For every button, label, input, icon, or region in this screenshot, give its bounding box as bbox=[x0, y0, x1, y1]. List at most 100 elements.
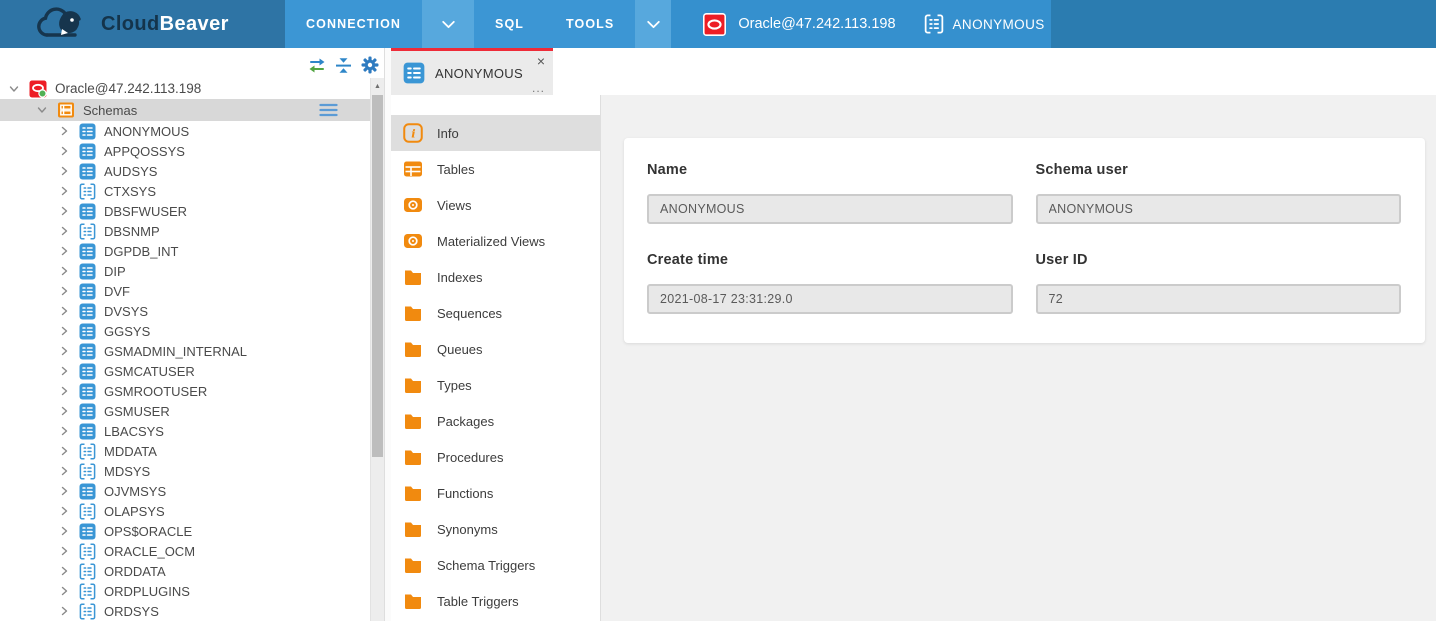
topbar-sql-button[interactable]: SQL bbox=[474, 0, 545, 48]
tree-node-schema-dip[interactable]: DIP bbox=[0, 261, 370, 281]
tree-node-schema-ctxsys[interactable]: CTXSYS bbox=[0, 181, 370, 201]
schema-outlined-icon bbox=[79, 503, 96, 520]
tree-node-label: AUDSYS bbox=[104, 164, 157, 179]
objmenu-item-queues[interactable]: Queues bbox=[391, 331, 600, 367]
tree-node-schema-ordplugins[interactable]: ORDPLUGINS bbox=[0, 581, 370, 601]
objmenu-item-synonyms[interactable]: Synonyms bbox=[391, 511, 600, 547]
tree-node-label: ANONYMOUS bbox=[104, 124, 189, 139]
tree-node-schema-lbacsys[interactable]: LBACSYS bbox=[0, 421, 370, 441]
objmenu-item-views[interactable]: Views bbox=[391, 187, 600, 223]
tree-node-schema-dvf[interactable]: DVF bbox=[0, 281, 370, 301]
tree-node-schema-gsmcatuser[interactable]: GSMCATUSER bbox=[0, 361, 370, 381]
objmenu-item-sequences[interactable]: Sequences bbox=[391, 295, 600, 331]
tree-node-schema-orddata[interactable]: ORDDATA bbox=[0, 561, 370, 581]
tree-node-label: OLAPSYS bbox=[104, 504, 165, 519]
tab-anonymous[interactable]: ANONYMOUS × ... bbox=[391, 48, 553, 95]
objmenu-item-tables[interactable]: Tables bbox=[391, 151, 600, 187]
chevron-down-icon[interactable] bbox=[635, 0, 671, 48]
tree-node-connection[interactable]: Oracle@47.242.113.198 bbox=[0, 78, 370, 99]
tree-node-schema-gsmuser[interactable]: GSMUSER bbox=[0, 401, 370, 421]
chevron-down-icon bbox=[36, 104, 48, 116]
chevron-right-icon bbox=[58, 505, 70, 517]
tree-node-schema-appqossys[interactable]: APPQOSSYS bbox=[0, 141, 370, 161]
chevron-right-icon bbox=[58, 205, 70, 217]
field-label: Schema user bbox=[1036, 162, 1402, 178]
schema-filled-icon bbox=[79, 123, 96, 140]
tree-node-schema-oracle-ocm[interactable]: ORACLE_OCM bbox=[0, 541, 370, 561]
topbar-connection-button[interactable]: CONNECTION bbox=[285, 0, 422, 48]
tree-node-schema-olapsys[interactable]: OLAPSYS bbox=[0, 501, 370, 521]
scrollbar-up-arrow[interactable]: ▲ bbox=[371, 78, 384, 94]
objmenu-item-materialized-views[interactable]: Materialized Views bbox=[391, 223, 600, 259]
tree-node-schema-audsys[interactable]: AUDSYS bbox=[0, 161, 370, 181]
folder-icon bbox=[403, 519, 423, 539]
field-input-schema-user[interactable] bbox=[1036, 194, 1402, 224]
schema-outlined-icon bbox=[79, 543, 96, 560]
tree-node-label: GSMCATUSER bbox=[104, 364, 195, 379]
tree-node-label: DBSNMP bbox=[104, 224, 160, 239]
tree-node-schema-gsmadmin-internal[interactable]: GSMADMIN_INTERNAL bbox=[0, 341, 370, 361]
tree-node-schema-dvsys[interactable]: DVSYS bbox=[0, 301, 370, 321]
objmenu-item-packages[interactable]: Packages bbox=[391, 403, 600, 439]
tree-node-schema-gsmrootuser[interactable]: GSMROOTUSER bbox=[0, 381, 370, 401]
topbar-tools-button[interactable]: TOOLS bbox=[545, 0, 635, 48]
settings-icon[interactable] bbox=[361, 56, 379, 74]
topbar-menu: CONNECTION SQL TOOLS bbox=[285, 0, 671, 48]
objmenu-item-functions[interactable]: Functions bbox=[391, 475, 600, 511]
chevron-right-icon bbox=[58, 585, 70, 597]
field-input-create-time[interactable] bbox=[647, 284, 1013, 314]
tree-node-schema-ops-oracle[interactable]: OPS$ORACLE bbox=[0, 521, 370, 541]
tree-node-schema-mddata[interactable]: MDDATA bbox=[0, 441, 370, 461]
tree-node-schema-anonymous[interactable]: ANONYMOUS bbox=[0, 121, 370, 141]
tree-node-label: ORDDATA bbox=[104, 564, 166, 579]
tab-more-icon[interactable]: ... bbox=[532, 82, 545, 94]
field-input-name[interactable] bbox=[647, 194, 1013, 224]
tree-node-schema-mdsys[interactable]: MDSYS bbox=[0, 461, 370, 481]
chevron-right-icon bbox=[58, 305, 70, 317]
field-label: User ID bbox=[1036, 252, 1402, 268]
schema-filled-icon bbox=[79, 343, 96, 360]
objmenu-item-info[interactable]: i Info bbox=[391, 115, 600, 151]
tree-node-schema-ordsys[interactable]: ORDSYS bbox=[0, 601, 370, 621]
objmenu-item-label: Functions bbox=[437, 486, 493, 501]
tree-node-schema-dbsnmp[interactable]: DBSNMP bbox=[0, 221, 370, 241]
scrollbar-thumb[interactable] bbox=[372, 95, 383, 457]
schema-filled-icon bbox=[79, 523, 96, 540]
view-icon bbox=[403, 195, 423, 215]
tree-node-schema-ojvmsys[interactable]: OJVMSYS bbox=[0, 481, 370, 501]
tree-node-label: GSMUSER bbox=[104, 404, 170, 419]
chevron-down-icon[interactable] bbox=[422, 0, 474, 48]
object-viewer-pane: ANONYMOUS × ... i Info Tables Views Mate… bbox=[391, 48, 1436, 621]
filter-icon[interactable] bbox=[319, 103, 338, 117]
tab-close-icon[interactable]: × bbox=[537, 54, 545, 68]
sync-icon[interactable] bbox=[308, 57, 326, 74]
form-field-name: Name bbox=[647, 162, 1013, 252]
connection-selector[interactable]: Oracle@47.242.113.198 bbox=[703, 13, 895, 36]
objmenu-item-label: Table Triggers bbox=[437, 594, 519, 609]
schema-selector[interactable]: ANONYMOUS bbox=[924, 14, 1045, 34]
navigation-tree-panel: Oracle@47.242.113.198 Schemas ANONYMOUS … bbox=[0, 48, 384, 621]
tree-scrollbar[interactable]: ▲ bbox=[370, 78, 384, 621]
schema-outlined-icon bbox=[79, 563, 96, 580]
topbar-spacer bbox=[1051, 0, 1436, 48]
objmenu-item-types[interactable]: Types bbox=[391, 367, 600, 403]
tree-node-schema-dbsfwuser[interactable]: DBSFWUSER bbox=[0, 201, 370, 221]
tree-node-schema-ggsys[interactable]: GGSYS bbox=[0, 321, 370, 341]
chevron-right-icon bbox=[58, 125, 70, 137]
objmenu-item-schema-triggers[interactable]: Schema Triggers bbox=[391, 547, 600, 583]
tree-node-schemas[interactable]: Schemas bbox=[0, 99, 370, 121]
objmenu-item-table-triggers[interactable]: Table Triggers bbox=[391, 583, 600, 619]
tree-node-label: DVSYS bbox=[104, 304, 148, 319]
tree-node-schema-dgpdb-int[interactable]: DGPDB_INT bbox=[0, 241, 370, 261]
field-input-user-id[interactable] bbox=[1036, 284, 1402, 314]
chevron-right-icon bbox=[58, 445, 70, 457]
schema-filled-icon bbox=[79, 163, 96, 180]
tree-node-label: Schemas bbox=[83, 103, 137, 118]
objmenu-item-indexes[interactable]: Indexes bbox=[391, 259, 600, 295]
logo-cloud-text: Cloud bbox=[101, 13, 160, 35]
panel-divider[interactable] bbox=[384, 48, 391, 621]
collapse-all-icon[interactable] bbox=[335, 57, 352, 74]
topbar-button-label: TOOLS bbox=[566, 17, 614, 31]
objmenu-item-procedures[interactable]: Procedures bbox=[391, 439, 600, 475]
objmenu-item-label: Schema Triggers bbox=[437, 558, 535, 573]
